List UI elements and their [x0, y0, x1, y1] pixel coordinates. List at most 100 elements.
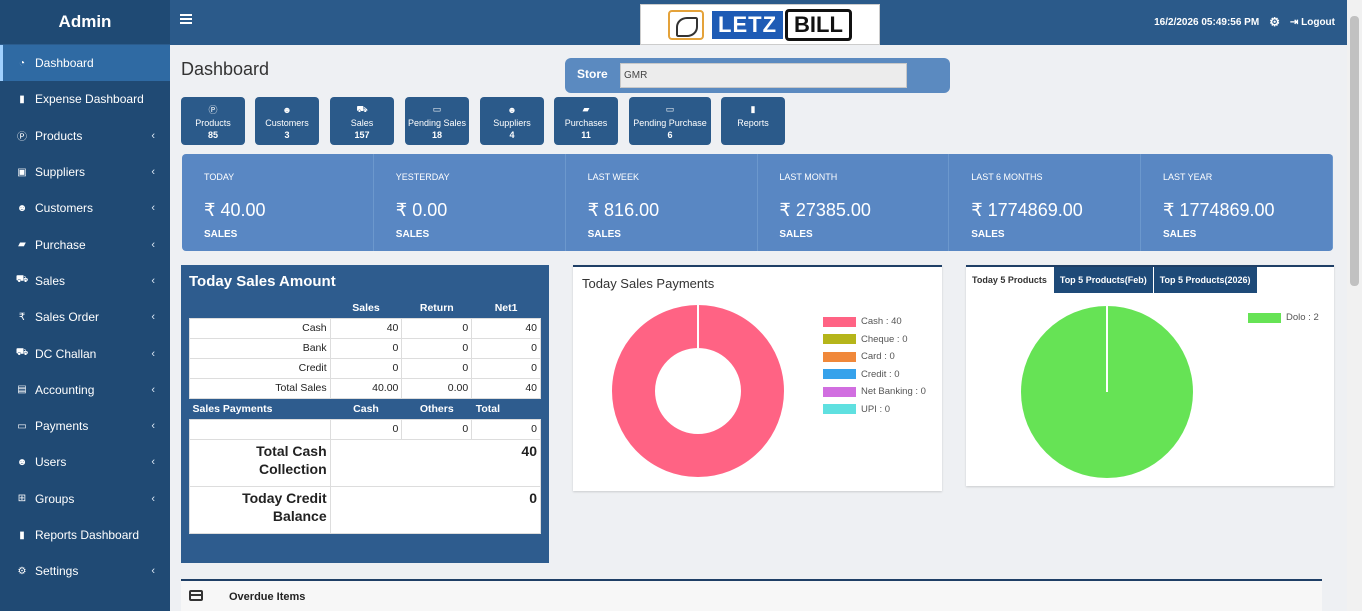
logout-label: Logout	[1301, 16, 1335, 28]
cart-icon: ⛟	[15, 274, 29, 286]
card-icon	[189, 590, 203, 601]
legend-swatch	[823, 369, 856, 380]
card-icon: ▭	[665, 104, 675, 114]
sidebar-item-sales[interactable]: ⛟ Sales ‹	[0, 263, 170, 299]
sidebar-item-label: Reports Dashboard	[35, 528, 140, 542]
logout-link[interactable]: ⇥ Logout	[1290, 17, 1335, 28]
customers-icon: ☻	[507, 104, 517, 115]
tile-reports[interactable]: ▮ Reports	[721, 97, 785, 145]
sidebar-item-purchase[interactable]: ▰ Purchase ‹	[0, 226, 170, 262]
tile-count: 3	[284, 130, 290, 140]
today-sales-table: Sales Return Net1 Cash 40 0 40 Bank 0 0 0 Credit 0 0…	[189, 298, 542, 534]
sidebar-item-payments[interactable]: ▭ Payments ‹	[0, 408, 170, 444]
tile-count: 6	[667, 130, 673, 140]
tile-label: Products	[195, 118, 231, 128]
chevron-left-icon: ‹	[151, 311, 155, 324]
legend-swatch	[1248, 312, 1281, 323]
customers-icon: ☻	[282, 104, 292, 115]
table-cell-label: Cash	[189, 317, 331, 339]
legend-item: Card : 0	[823, 348, 926, 366]
groups-icon: ⊞	[17, 493, 27, 505]
menu-toggle-icon[interactable]	[180, 14, 192, 26]
chevron-left-icon: ‹	[151, 420, 155, 433]
table-cell-net: 0	[471, 337, 541, 359]
table-header: Net1	[471, 298, 541, 318]
store-input[interactable]	[620, 63, 907, 88]
store-label: Store	[577, 67, 608, 81]
tile-customers[interactable]: ☻ Customers 3	[255, 97, 319, 145]
sidebar-menu: ◔ Dashboard ▮ Expense Dashboard Ⓟ Products ‹ ▣ S…	[0, 45, 170, 589]
tile-pending-purchase[interactable]: ▭ Pending Purchase 6	[629, 97, 711, 145]
tile-pending-sales[interactable]: ▭ Pending Sales 18	[405, 97, 469, 145]
stat-sub: SALES	[1163, 229, 1197, 240]
sidebar-item-dc-challan[interactable]: ⛟ DC Challan ‹	[0, 335, 170, 371]
sidebar-item-label: Suppliers	[35, 165, 86, 180]
chevron-left-icon: ‹	[151, 347, 155, 360]
table-header: Sales	[330, 298, 402, 318]
legend-label: Card : 0	[861, 351, 895, 363]
sidebar-item-dashboard[interactable]: ◔ Dashboard	[0, 45, 170, 82]
payments-header: Others	[401, 398, 472, 419]
cart-icon: ⛟	[356, 103, 368, 114]
stat-label: LAST WEEK	[587, 172, 639, 182]
credit-balance-label: Today Credit Balance	[189, 485, 331, 534]
stat-last-week: LAST WEEK ₹ 816.00 SALES	[566, 154, 758, 251]
product-icon: Ⓟ	[208, 105, 218, 115]
bar-chart-icon: ▮	[19, 93, 25, 105]
settings-icon: ⚙	[17, 565, 27, 577]
payments-legend: Cash : 40 Cheque : 0 Card : 0 Credit : 0 Net…	[823, 313, 926, 418]
bar-chart-icon: ▮	[750, 104, 756, 114]
legend-item: Credit : 0	[823, 366, 926, 384]
stat-label: TODAY	[204, 172, 235, 182]
customers-icon: ☻	[16, 202, 28, 214]
sidebar-item-label: Users	[35, 455, 67, 470]
sidebar-item-sales-order[interactable]: ₹ Sales Order ‹	[0, 299, 170, 335]
sidebar-item-settings[interactable]: ⚙ Settings ‹	[0, 553, 170, 589]
sidebar-item-users[interactable]: ☻ Users ‹	[0, 444, 170, 480]
tile-count: 85	[207, 130, 218, 140]
legend-label: Net Banking : 0	[861, 386, 926, 398]
tile-suppliers[interactable]: ☻ Suppliers 4	[480, 97, 544, 145]
overdue-items-section[interactable]: Overdue Items	[181, 579, 1322, 611]
settings-gear-icon[interactable]: ⚙	[1269, 15, 1280, 29]
stat-value: ₹ 27385.00	[779, 200, 871, 220]
stat-today: TODAY ₹ 40.00 SALES	[182, 154, 374, 251]
sidebar-item-expense-dashboard[interactable]: ▮ Expense Dashboard	[0, 81, 170, 117]
legend-swatch	[823, 334, 856, 345]
stat-label: YESTERDAY	[395, 172, 450, 182]
stat-last-year: LAST YEAR ₹ 1774869.00 SALES	[1141, 154, 1333, 251]
box-icon: ▣	[17, 166, 27, 178]
tile-sales[interactable]: ⛟ Sales 157	[330, 97, 394, 145]
sidebar-item-suppliers[interactable]: ▣ Suppliers ‹	[0, 154, 170, 190]
sidebar-item-reports-dashboard[interactable]: ▮ Reports Dashboard	[0, 517, 170, 553]
sidebar-item-label: Settings	[35, 564, 79, 579]
stat-last-6-months: LAST 6 MONTHS ₹ 1774869.00 SALES	[949, 154, 1142, 251]
scrollbar-thumb[interactable]	[1350, 16, 1359, 286]
sidebar-item-products[interactable]: Ⓟ Products ‹	[0, 118, 170, 154]
chevron-left-icon: ‹	[151, 202, 155, 215]
money-icon: ▭	[17, 420, 27, 432]
app-logo: LETZ BILL	[640, 4, 880, 45]
sidebar-item-customers[interactable]: ☻ Customers ‹	[0, 190, 170, 226]
tile-products[interactable]: Ⓟ Products 85	[181, 97, 245, 145]
dashboard-icon: ◔	[18, 57, 26, 69]
sidebar-item-accounting[interactable]: ▤ Accounting ‹	[0, 372, 170, 408]
legend-item: Dolo : 2	[1248, 309, 1319, 327]
table-cell-net: 40	[471, 377, 541, 399]
tile-purchases[interactable]: ▰ Purchases 11	[554, 97, 618, 145]
pay-empty-cell	[189, 418, 331, 440]
products-pie-chart	[1021, 306, 1193, 478]
chevron-left-icon: ‹	[151, 274, 155, 287]
sidebar-item-groups[interactable]: ⊞ Groups ‹	[0, 481, 170, 517]
today-sales-amount-panel: Today Sales Amount Sales Return Net1 Cash 4…	[181, 265, 549, 563]
stat-value: ₹ 816.00	[587, 200, 660, 220]
tile-label: Pending Purchase	[633, 118, 707, 128]
page-scrollbar[interactable]	[1347, 0, 1362, 611]
legend-label: Cheque : 0	[861, 333, 908, 345]
tile-label: Purchases	[564, 118, 608, 128]
stat-sub: SALES	[971, 229, 1005, 240]
stat-sub: SALES	[587, 229, 621, 240]
stat-label: LAST MONTH	[779, 172, 838, 182]
bag-icon: ▰	[18, 239, 26, 251]
stat-yesterday: YESTERDAY ₹ 0.00 SALES	[374, 154, 566, 251]
